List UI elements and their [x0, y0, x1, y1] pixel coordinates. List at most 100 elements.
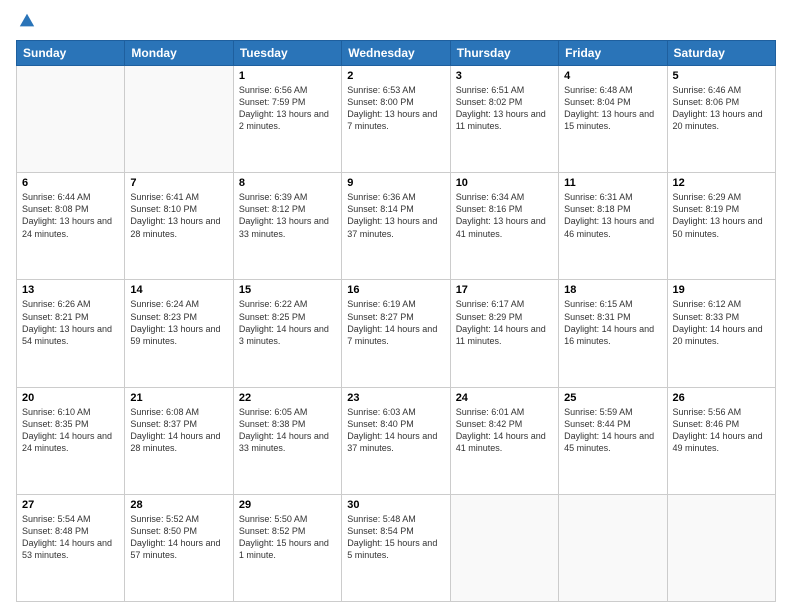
day-number: 3 — [456, 70, 553, 82]
day-info: Sunrise: 6:15 AM Sunset: 8:31 PM Dayligh… — [564, 298, 661, 347]
day-number: 1 — [239, 70, 336, 82]
day-info: Sunrise: 6:22 AM Sunset: 8:25 PM Dayligh… — [239, 298, 336, 347]
day-info: Sunrise: 6:24 AM Sunset: 8:23 PM Dayligh… — [130, 298, 227, 347]
day-number: 18 — [564, 284, 661, 296]
calendar-cell: 29 Sunrise: 5:50 AM Sunset: 8:52 PM Dayli… — [233, 494, 341, 601]
calendar-cell: 3 Sunrise: 6:51 AM Sunset: 8:02 PM Daylig… — [450, 66, 558, 173]
calendar-cell: 5Sunrise: 6:46 AM Sunset: 8:06 PM Daylig… — [667, 66, 775, 173]
day-info: Sunrise: 6:12 AM Sunset: 8:33 PM Dayligh… — [673, 298, 770, 347]
calendar-cell: 11 Sunrise: 6:31 AM Sunset: 8:18 PM Dayli… — [559, 173, 667, 280]
calendar-cell — [17, 66, 125, 173]
day-number: 8 — [239, 177, 336, 189]
day-info: Sunrise: 6:53 AM Sunset: 8:00 PM Dayligh… — [347, 84, 444, 133]
weekday-wednesday: Wednesday — [342, 41, 450, 66]
weekday-friday: Friday — [559, 41, 667, 66]
day-number: 20 — [22, 392, 119, 404]
day-number: 22 — [239, 392, 336, 404]
day-info: Sunrise: 6:39 AM Sunset: 8:12 PM Dayligh… — [239, 191, 336, 240]
day-number: 24 — [456, 392, 553, 404]
day-number: 4 — [564, 70, 661, 82]
week-row-2: 6Sunrise: 6:44 AM Sunset: 8:08 PM Daylig… — [17, 173, 776, 280]
day-number: 30 — [347, 499, 444, 511]
day-info: Sunrise: 6:17 AM Sunset: 8:29 PM Dayligh… — [456, 298, 553, 347]
day-info: Sunrise: 5:56 AM Sunset: 8:46 PM Dayligh… — [673, 406, 770, 455]
calendar-cell: 15 Sunrise: 6:22 AM Sunset: 8:25 PM Dayli… — [233, 280, 341, 387]
day-info: Sunrise: 6:10 AM Sunset: 8:35 PM Dayligh… — [22, 406, 119, 455]
day-number: 27 — [22, 499, 119, 511]
calendar-cell: 25 Sunrise: 5:59 AM Sunset: 8:44 PM Dayli… — [559, 387, 667, 494]
calendar-cell: 19Sunrise: 6:12 AM Sunset: 8:33 PM Dayli… — [667, 280, 775, 387]
day-number: 13 — [22, 284, 119, 296]
logo — [16, 12, 36, 32]
week-row-3: 13 Sunrise: 6:26 AM Sunset: 8:21 PM Dayli… — [17, 280, 776, 387]
day-number: 26 — [673, 392, 770, 404]
calendar-cell: 20 Sunrise: 6:10 AM Sunset: 8:35 PM Dayli… — [17, 387, 125, 494]
calendar-cell: 21 Sunrise: 6:08 AM Sunset: 8:37 PM Dayli… — [125, 387, 233, 494]
calendar-cell: 13 Sunrise: 6:26 AM Sunset: 8:21 PM Dayli… — [17, 280, 125, 387]
day-info: Sunrise: 6:56 AM Sunset: 7:59 PM Dayligh… — [239, 84, 336, 133]
day-info: Sunrise: 6:05 AM Sunset: 8:38 PM Dayligh… — [239, 406, 336, 455]
calendar-cell: 12 Sunrise: 6:29 AM Sunset: 8:19 PM Dayli… — [667, 173, 775, 280]
day-info: Sunrise: 6:29 AM Sunset: 8:19 PM Dayligh… — [673, 191, 770, 240]
calendar-cell: 14 Sunrise: 6:24 AM Sunset: 8:23 PM Dayli… — [125, 280, 233, 387]
calendar-cell: 23Sunrise: 6:03 AM Sunset: 8:40 PM Dayli… — [342, 387, 450, 494]
calendar-cell: 28 Sunrise: 5:52 AM Sunset: 8:50 PM Dayli… — [125, 494, 233, 601]
day-number: 25 — [564, 392, 661, 404]
calendar-cell — [559, 494, 667, 601]
weekday-thursday: Thursday — [450, 41, 558, 66]
calendar-cell: 8 Sunrise: 6:39 AM Sunset: 8:12 PM Daylig… — [233, 173, 341, 280]
calendar-cell: 18 Sunrise: 6:15 AM Sunset: 8:31 PM Dayli… — [559, 280, 667, 387]
calendar-cell: 9Sunrise: 6:36 AM Sunset: 8:14 PM Daylig… — [342, 173, 450, 280]
day-info: Sunrise: 6:36 AM Sunset: 8:14 PM Dayligh… — [347, 191, 444, 240]
day-info: Sunrise: 6:51 AM Sunset: 8:02 PM Dayligh… — [456, 84, 553, 133]
day-info: Sunrise: 6:01 AM Sunset: 8:42 PM Dayligh… — [456, 406, 553, 455]
day-info: Sunrise: 6:19 AM Sunset: 8:27 PM Dayligh… — [347, 298, 444, 347]
day-info: Sunrise: 6:44 AM Sunset: 8:08 PM Dayligh… — [22, 191, 119, 240]
calendar-cell — [450, 494, 558, 601]
day-info: Sunrise: 6:26 AM Sunset: 8:21 PM Dayligh… — [22, 298, 119, 347]
day-info: Sunrise: 6:34 AM Sunset: 8:16 PM Dayligh… — [456, 191, 553, 240]
day-number: 29 — [239, 499, 336, 511]
weekday-header-row: SundayMondayTuesdayWednesdayThursdayFrid… — [17, 41, 776, 66]
day-number: 17 — [456, 284, 553, 296]
week-row-4: 20 Sunrise: 6:10 AM Sunset: 8:35 PM Dayli… — [17, 387, 776, 494]
day-info: Sunrise: 6:48 AM Sunset: 8:04 PM Dayligh… — [564, 84, 661, 133]
calendar-cell: 17 Sunrise: 6:17 AM Sunset: 8:29 PM Dayli… — [450, 280, 558, 387]
day-number: 14 — [130, 284, 227, 296]
week-row-5: 27 Sunrise: 5:54 AM Sunset: 8:48 PM Dayli… — [17, 494, 776, 601]
day-info: Sunrise: 5:52 AM Sunset: 8:50 PM Dayligh… — [130, 513, 227, 562]
day-number: 12 — [673, 177, 770, 189]
calendar-cell: 16Sunrise: 6:19 AM Sunset: 8:27 PM Dayli… — [342, 280, 450, 387]
calendar-cell: 27 Sunrise: 5:54 AM Sunset: 8:48 PM Dayli… — [17, 494, 125, 601]
day-number: 7 — [130, 177, 227, 189]
calendar-cell: 7 Sunrise: 6:41 AM Sunset: 8:10 PM Daylig… — [125, 173, 233, 280]
calendar-cell: 1 Sunrise: 6:56 AM Sunset: 7:59 PM Daylig… — [233, 66, 341, 173]
day-info: Sunrise: 6:03 AM Sunset: 8:40 PM Dayligh… — [347, 406, 444, 455]
day-info: Sunrise: 5:50 AM Sunset: 8:52 PM Dayligh… — [239, 513, 336, 562]
day-number: 10 — [456, 177, 553, 189]
day-info: Sunrise: 6:41 AM Sunset: 8:10 PM Dayligh… — [130, 191, 227, 240]
weekday-sunday: Sunday — [17, 41, 125, 66]
page: SundayMondayTuesdayWednesdayThursdayFrid… — [0, 0, 792, 612]
day-info: Sunrise: 6:31 AM Sunset: 8:18 PM Dayligh… — [564, 191, 661, 240]
day-info: Sunrise: 6:08 AM Sunset: 8:37 PM Dayligh… — [130, 406, 227, 455]
weekday-monday: Monday — [125, 41, 233, 66]
calendar-cell: 24 Sunrise: 6:01 AM Sunset: 8:42 PM Dayli… — [450, 387, 558, 494]
day-info: Sunrise: 5:48 AM Sunset: 8:54 PM Dayligh… — [347, 513, 444, 562]
day-number: 11 — [564, 177, 661, 189]
weekday-tuesday: Tuesday — [233, 41, 341, 66]
header — [16, 12, 776, 32]
day-info: Sunrise: 5:59 AM Sunset: 8:44 PM Dayligh… — [564, 406, 661, 455]
weekday-saturday: Saturday — [667, 41, 775, 66]
day-number: 15 — [239, 284, 336, 296]
day-info: Sunrise: 5:54 AM Sunset: 8:48 PM Dayligh… — [22, 513, 119, 562]
calendar-cell: 6Sunrise: 6:44 AM Sunset: 8:08 PM Daylig… — [17, 173, 125, 280]
calendar-cell: 30 Sunrise: 5:48 AM Sunset: 8:54 PM Dayli… — [342, 494, 450, 601]
day-number: 28 — [130, 499, 227, 511]
calendar-cell: 26 Sunrise: 5:56 AM Sunset: 8:46 PM Dayli… — [667, 387, 775, 494]
day-number: 21 — [130, 392, 227, 404]
week-row-1: 1 Sunrise: 6:56 AM Sunset: 7:59 PM Daylig… — [17, 66, 776, 173]
day-number: 2 — [347, 70, 444, 82]
calendar-cell — [667, 494, 775, 601]
logo-icon — [18, 12, 36, 30]
